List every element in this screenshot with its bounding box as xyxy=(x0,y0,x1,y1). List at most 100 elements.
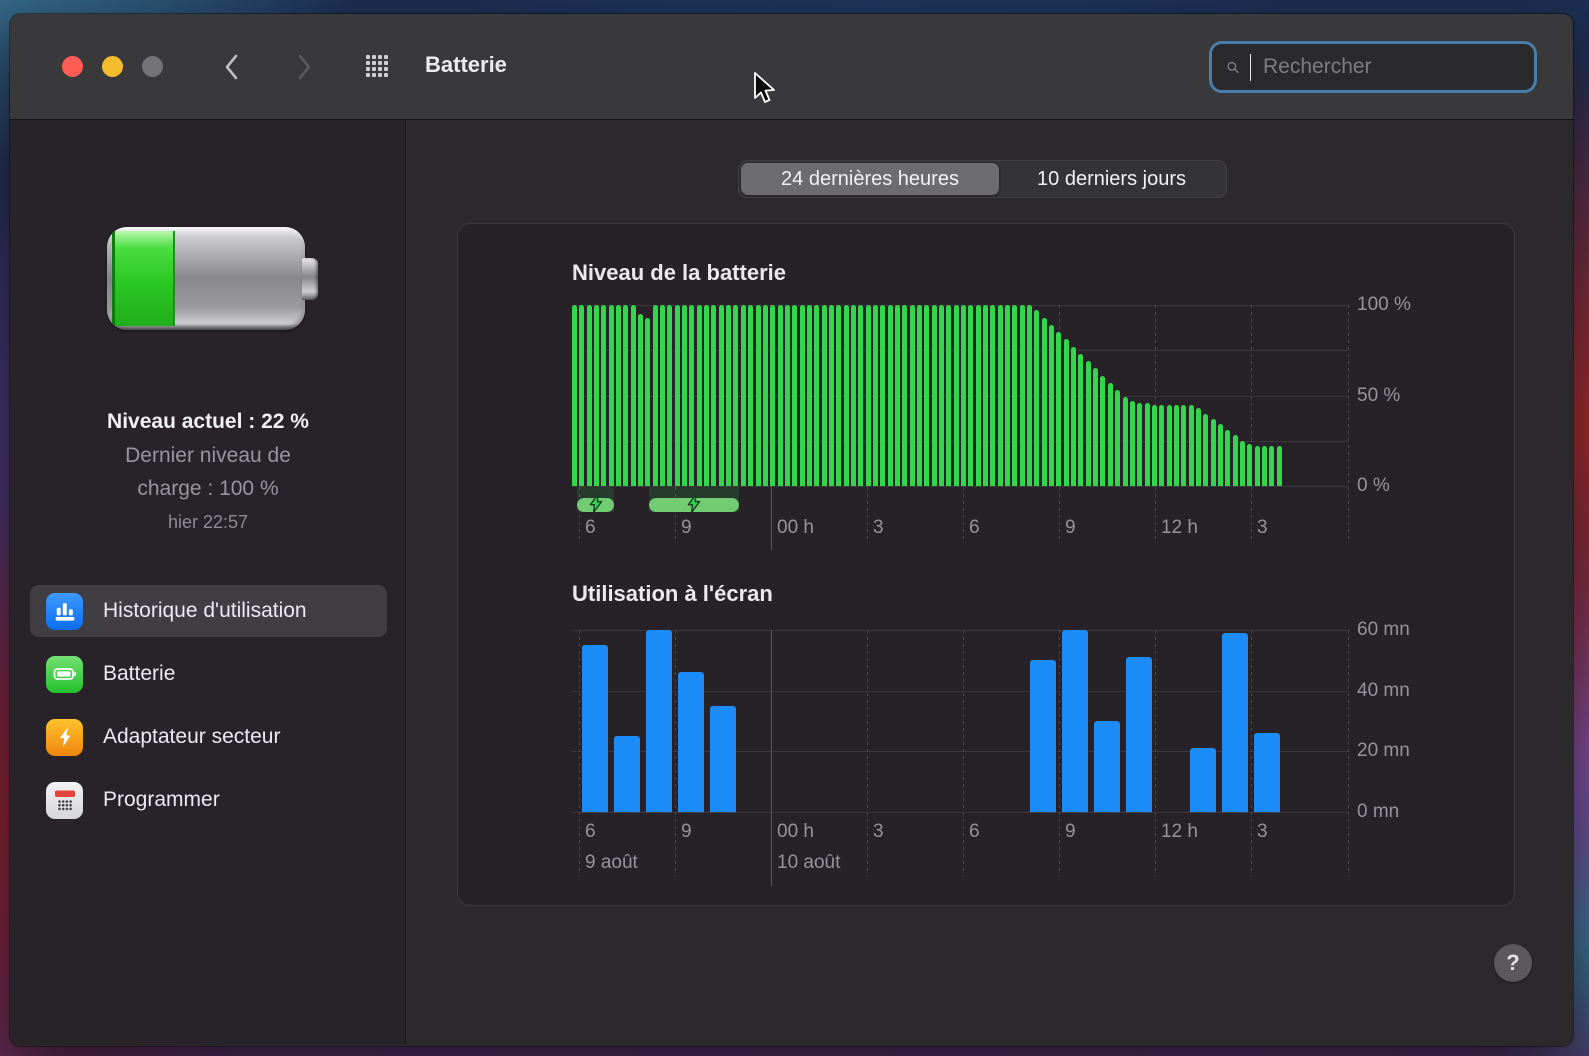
charging-bolt-icon xyxy=(589,493,603,513)
battery-bar xyxy=(990,305,996,486)
zoom-button[interactable] xyxy=(142,56,163,77)
sidebar-item-battery[interactable]: Batterie xyxy=(30,648,387,700)
search-icon xyxy=(1227,61,1239,73)
last-charge-time: hier 22:57 xyxy=(167,511,249,532)
battery-preferences-window: Batterie Niveau actuel : 22 % Dernier ni… xyxy=(10,14,1573,1046)
y-tick-label: 60 mn xyxy=(1357,619,1410,640)
plot-right-boundary xyxy=(1348,630,1349,876)
forward-button[interactable] xyxy=(289,52,319,82)
tick-line xyxy=(675,630,676,876)
battery-bar xyxy=(1269,446,1275,486)
tab-last-10-days[interactable]: 10 derniers jours xyxy=(999,163,1224,195)
sidebar-list: Historique d'utilisation Batterie Adapta… xyxy=(30,585,387,837)
usage-bar xyxy=(1030,660,1056,812)
battery-bar xyxy=(916,305,922,486)
sidebar-item-usage-history[interactable]: Historique d'utilisation xyxy=(30,585,387,637)
usage-bar xyxy=(1222,633,1248,812)
date-label: 9 août xyxy=(585,852,638,873)
tick-line xyxy=(1251,305,1252,542)
usage-bar xyxy=(1062,630,1088,812)
battery-bar xyxy=(777,305,783,486)
battery-bar xyxy=(755,305,761,486)
plot-right-boundary xyxy=(1348,305,1349,542)
battery-bar xyxy=(623,305,629,486)
minimize-button[interactable] xyxy=(102,56,123,77)
battery-bar xyxy=(880,305,886,486)
grid-line-h xyxy=(572,440,1348,442)
battery-bar xyxy=(572,305,577,486)
battery-bar xyxy=(674,305,680,486)
time-range-segmented-control: 24 dernières heures 10 derniers jours xyxy=(738,160,1227,198)
battery-bar xyxy=(792,305,798,486)
battery-bar xyxy=(983,305,989,486)
battery-bar xyxy=(850,305,856,486)
battery-bar xyxy=(689,305,695,486)
current-level-text: Niveau actuel : 22 % xyxy=(107,410,309,433)
help-button[interactable]: ? xyxy=(1494,944,1532,982)
usage-bar xyxy=(1094,721,1120,812)
battery-bar xyxy=(1115,390,1121,486)
battery-bar xyxy=(579,305,585,486)
sidebar-item-power-adapter[interactable]: Adaptateur secteur xyxy=(30,711,387,763)
battery-bar xyxy=(1232,435,1238,486)
battery-bar xyxy=(1247,444,1253,486)
battery-bar xyxy=(997,305,1003,486)
battery-bar xyxy=(1254,446,1260,486)
x-tick-label: 6 xyxy=(969,821,980,842)
x-tick-label: 12 h xyxy=(1161,821,1198,842)
usage-bar xyxy=(678,672,704,812)
sidebar: Niveau actuel : 22 % Dernier niveau de c… xyxy=(10,120,406,1045)
y-tick-label: 50 % xyxy=(1357,384,1401,406)
grid-line-h xyxy=(572,305,1348,306)
battery-bar xyxy=(1027,305,1033,486)
charging-period-pill xyxy=(577,493,615,513)
battery-bar xyxy=(968,305,974,486)
battery-bar xyxy=(740,305,746,486)
battery-bar xyxy=(1129,400,1135,486)
tick-line xyxy=(963,630,964,876)
last-charge-line2: charge : 100 % xyxy=(137,477,279,501)
x-tick-label: 6 xyxy=(585,821,596,842)
tick-line xyxy=(1155,630,1156,876)
battery-bar xyxy=(1195,408,1201,486)
battery-bar xyxy=(586,305,592,486)
usage-bar xyxy=(614,736,640,812)
battery-bar xyxy=(865,305,871,486)
search-input[interactable] xyxy=(1251,55,1534,79)
battery-bar xyxy=(1159,404,1165,486)
battery-bar xyxy=(887,305,893,486)
chevron-left-icon xyxy=(225,54,238,80)
x-tick-label: 12 h xyxy=(1161,517,1198,538)
battery-illustration-charge xyxy=(115,231,175,326)
tick-line xyxy=(1251,630,1252,876)
battery-bar xyxy=(594,305,600,486)
battery-bar xyxy=(1034,310,1040,486)
battery-bar xyxy=(902,305,908,486)
usage-bar xyxy=(1254,733,1280,812)
y-tick-label: 20 mn xyxy=(1357,740,1410,762)
battery-bar xyxy=(762,305,768,486)
tick-line xyxy=(1059,630,1060,876)
back-button[interactable] xyxy=(217,52,247,82)
x-tick-label: 00 h xyxy=(777,821,814,842)
sidebar-item-schedule[interactable]: Programmer xyxy=(30,774,387,826)
search-field[interactable] xyxy=(1209,41,1537,93)
tick-line xyxy=(771,630,772,886)
battery-bar xyxy=(748,305,754,486)
date-label: 10 août xyxy=(777,852,841,873)
grid-line-h xyxy=(572,630,1348,631)
battery-bar xyxy=(645,317,651,486)
battery-bar xyxy=(1093,368,1099,486)
battery-bar xyxy=(1049,324,1055,486)
close-button[interactable] xyxy=(62,56,83,77)
battery-bar xyxy=(961,305,967,486)
usage-bar xyxy=(646,630,672,812)
tab-last-24-hours[interactable]: 24 dernières heures xyxy=(741,163,999,195)
battery-bar xyxy=(1107,382,1113,486)
show-all-grid-icon[interactable] xyxy=(366,55,389,78)
x-tick-label: 3 xyxy=(1257,517,1268,538)
battery-bar xyxy=(1041,317,1047,486)
x-tick-label: 9 xyxy=(1065,821,1076,842)
battery-bar xyxy=(711,305,717,486)
battery-bar xyxy=(652,305,658,486)
